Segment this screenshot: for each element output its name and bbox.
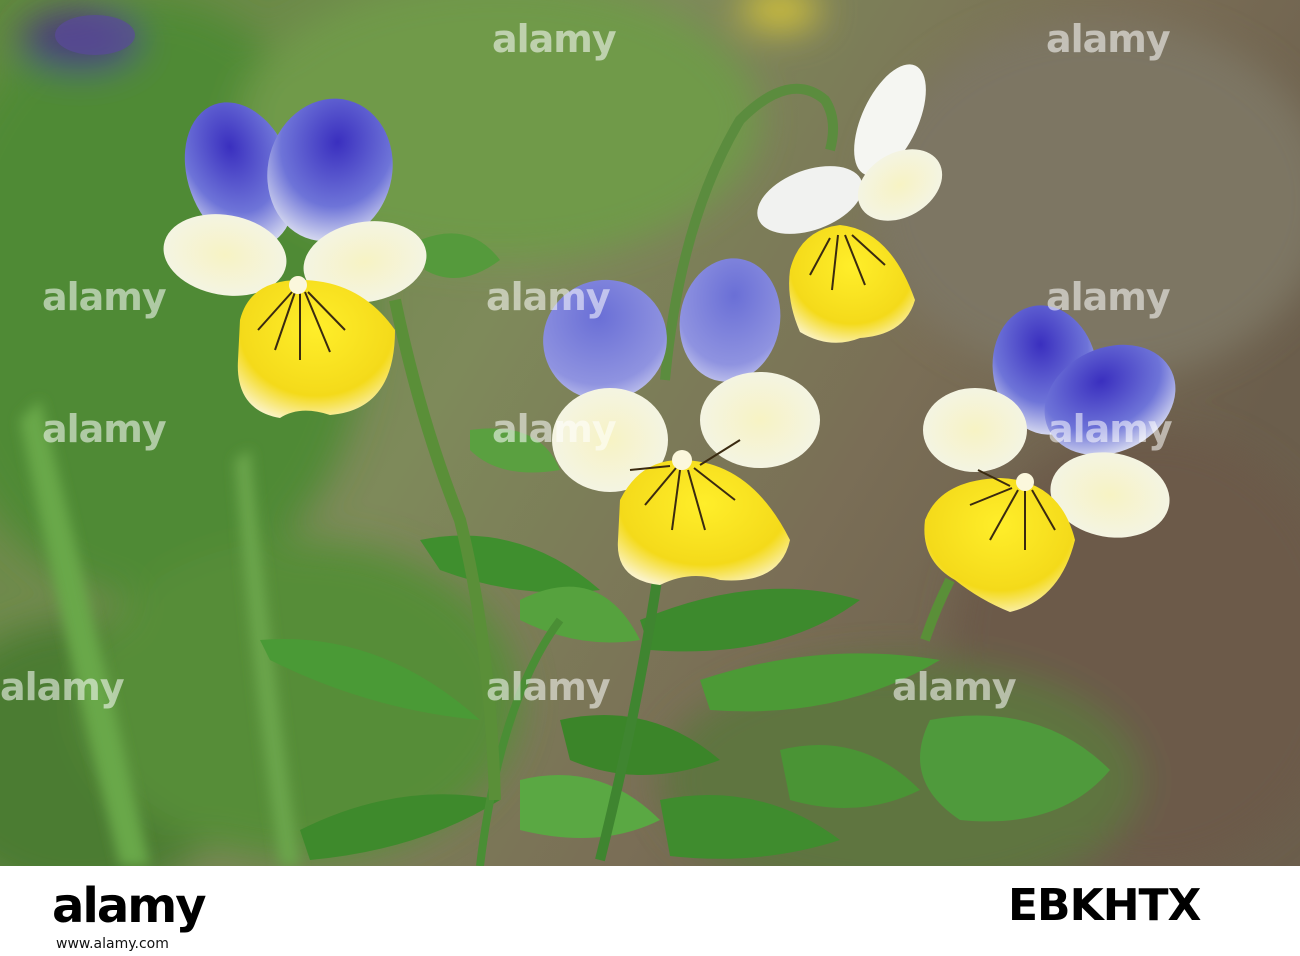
alamy-logo: alamy bbox=[52, 878, 207, 934]
watermark: alamy bbox=[1046, 17, 1171, 61]
watermark: alamy bbox=[0, 665, 125, 709]
watermark: alamy bbox=[492, 407, 617, 451]
watermark: alamy bbox=[486, 275, 611, 319]
watermark: alamy bbox=[492, 17, 617, 61]
flower-bud bbox=[55, 15, 135, 55]
image-id: EBKHTX bbox=[1008, 880, 1201, 931]
watermark: alamy bbox=[486, 665, 611, 709]
watermark: alamy bbox=[42, 407, 167, 451]
watermark: alamy bbox=[892, 665, 1017, 709]
watermark: alamy bbox=[1046, 275, 1171, 319]
watermark: alamy bbox=[42, 275, 167, 319]
photo: alamy alamy alamy alamy alamy alamy alam… bbox=[0, 0, 1300, 866]
footer-strip: alamy EBKHTX www.alamy.com bbox=[0, 866, 1300, 956]
site-url: www.alamy.com bbox=[56, 936, 169, 952]
watermark: alamy bbox=[1048, 407, 1173, 451]
